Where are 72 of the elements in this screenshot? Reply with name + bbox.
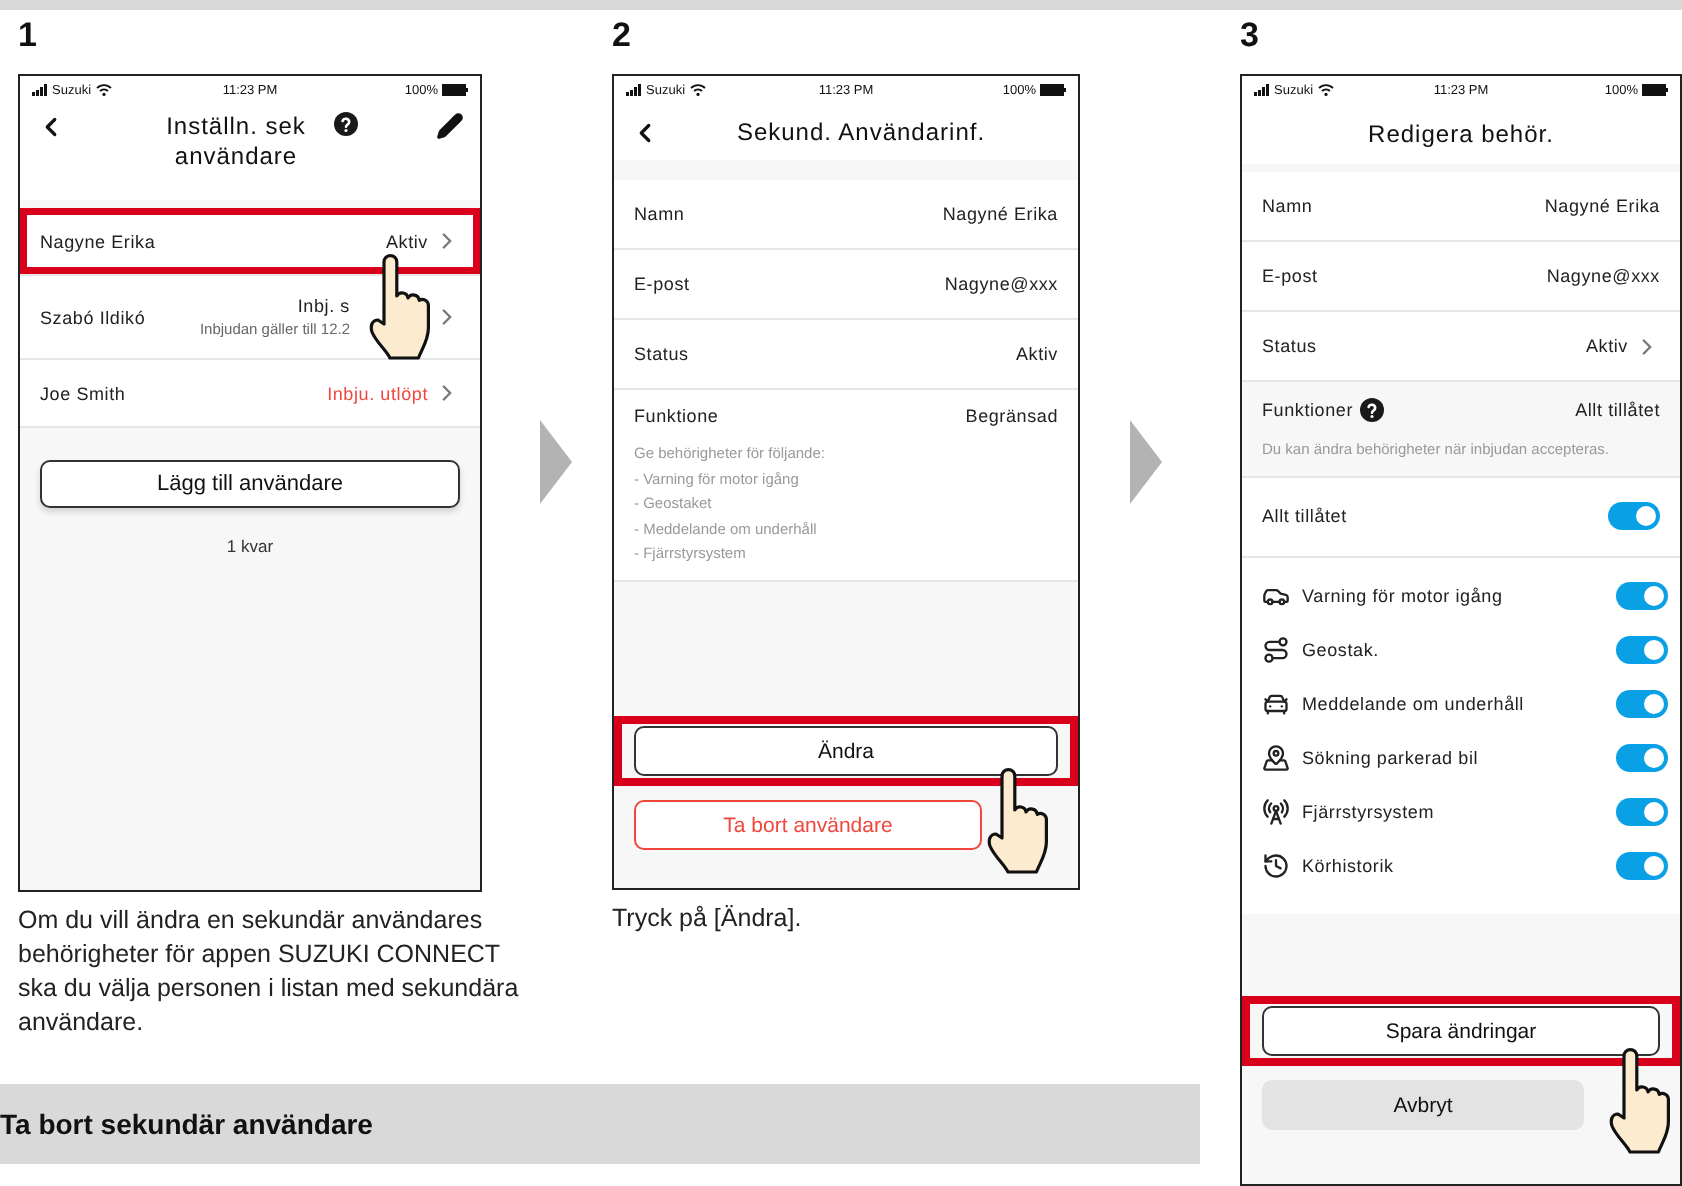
field-label: Funktione — [634, 406, 719, 426]
field-label: Funktioner — [1262, 400, 1354, 420]
user-name: Szabó Ildikó — [40, 307, 146, 327]
battery-icon — [1642, 84, 1668, 96]
step-caption: Tryck på [Ändra]. — [612, 902, 804, 936]
history-icon — [1262, 852, 1290, 880]
remaining-count: 1 kvar — [224, 536, 276, 556]
field-value: Nagyne@xxx — [1546, 266, 1660, 286]
help-icon[interactable] — [334, 112, 358, 136]
toggle-switch[interactable] — [1616, 744, 1668, 772]
field-value: Nagyne@xxx — [944, 274, 1058, 294]
user-status: Inbju. utlöpt — [327, 383, 428, 403]
step-number: 2 — [612, 14, 633, 58]
toggle-switch[interactable] — [1608, 502, 1660, 530]
step-number: 3 — [1240, 14, 1261, 58]
arrow-icon — [540, 420, 572, 504]
cancel-button[interactable]: Avbryt — [1262, 1080, 1584, 1130]
feature-label: Geostak. — [1302, 640, 1379, 660]
toggle-switch[interactable] — [1616, 690, 1668, 718]
field-label: Status — [1262, 336, 1317, 356]
signal-icon — [1254, 84, 1270, 96]
toggle-switch[interactable] — [1616, 582, 1668, 610]
help-icon[interactable] — [1359, 398, 1384, 422]
wifi-icon — [1317, 84, 1334, 96]
field-value: Aktiv — [1015, 344, 1058, 364]
screen-title: Sekund. Användarinf. — [736, 117, 986, 147]
user-status: Aktiv — [385, 231, 428, 251]
feature-label: Körhistorik — [1302, 856, 1394, 876]
feature-label: Sökning parkerad bil — [1302, 748, 1479, 768]
arrow-icon — [1130, 420, 1162, 504]
car-front-icon — [1262, 690, 1290, 718]
field-value: Nagyné Erika — [1544, 196, 1660, 216]
screen-title: Inställn. sek användare — [164, 112, 308, 172]
add-user-button[interactable]: Lägg till användare — [40, 460, 460, 508]
wifi-icon — [689, 84, 706, 96]
feature-label: Fjärrstyrsystem — [1302, 802, 1434, 822]
feature-label: Meddelande om underhåll — [1302, 694, 1524, 714]
field-label: Status — [634, 344, 689, 364]
step-number: 1 — [18, 14, 39, 58]
battery-icon — [442, 84, 468, 96]
toggle-switch[interactable] — [1616, 636, 1668, 664]
toggle-label: Allt tillåtet — [1262, 506, 1347, 526]
step-caption: Om du vill ändra en sekundär användares behörigheter för appen SUZUKI CONNECT ska du välja personen i listan med sekundära användare. — [18, 904, 521, 1040]
pencil-icon[interactable] — [436, 112, 464, 140]
route-icon — [1262, 636, 1290, 664]
toggle-switch[interactable] — [1616, 798, 1668, 826]
field-value: Allt tillåtet — [1575, 400, 1660, 420]
user-row[interactable]: Nagyne Erika Aktiv — [20, 208, 480, 276]
field-label: E-post — [1262, 266, 1318, 286]
wifi-icon — [95, 84, 112, 96]
field-label: Namn — [634, 204, 685, 224]
field-value: Aktiv — [1585, 336, 1628, 356]
battery-icon — [1040, 84, 1066, 96]
screen-title: Redigera behör. — [1368, 119, 1554, 149]
field-value: Nagyné Erika — [942, 204, 1058, 224]
field-value: Begränsad — [965, 406, 1058, 426]
signal-icon — [32, 84, 48, 96]
feature-label: Varning för motor igång — [1302, 586, 1503, 606]
toggle-switch[interactable] — [1616, 852, 1668, 880]
delete-user-button[interactable]: Ta bort användare — [634, 800, 982, 850]
signal-icon — [626, 84, 642, 96]
user-status: Inbj. s — [297, 296, 350, 316]
radio-tower-icon — [1262, 798, 1290, 826]
field-label: Namn — [1262, 196, 1313, 216]
action-button[interactable]: Ändra — [634, 726, 1058, 776]
field-label: E-post — [634, 274, 690, 294]
user-row[interactable]: Joe Smith Inbju. utlöpt — [20, 360, 480, 428]
user-name: Joe Smith — [40, 383, 126, 403]
action-button[interactable]: Spara ändringar — [1262, 1006, 1660, 1056]
map-pin-icon — [1262, 744, 1290, 772]
section-heading: Ta bort sekundär användare — [0, 1084, 1200, 1164]
user-name: Nagyne Erika — [40, 231, 156, 251]
